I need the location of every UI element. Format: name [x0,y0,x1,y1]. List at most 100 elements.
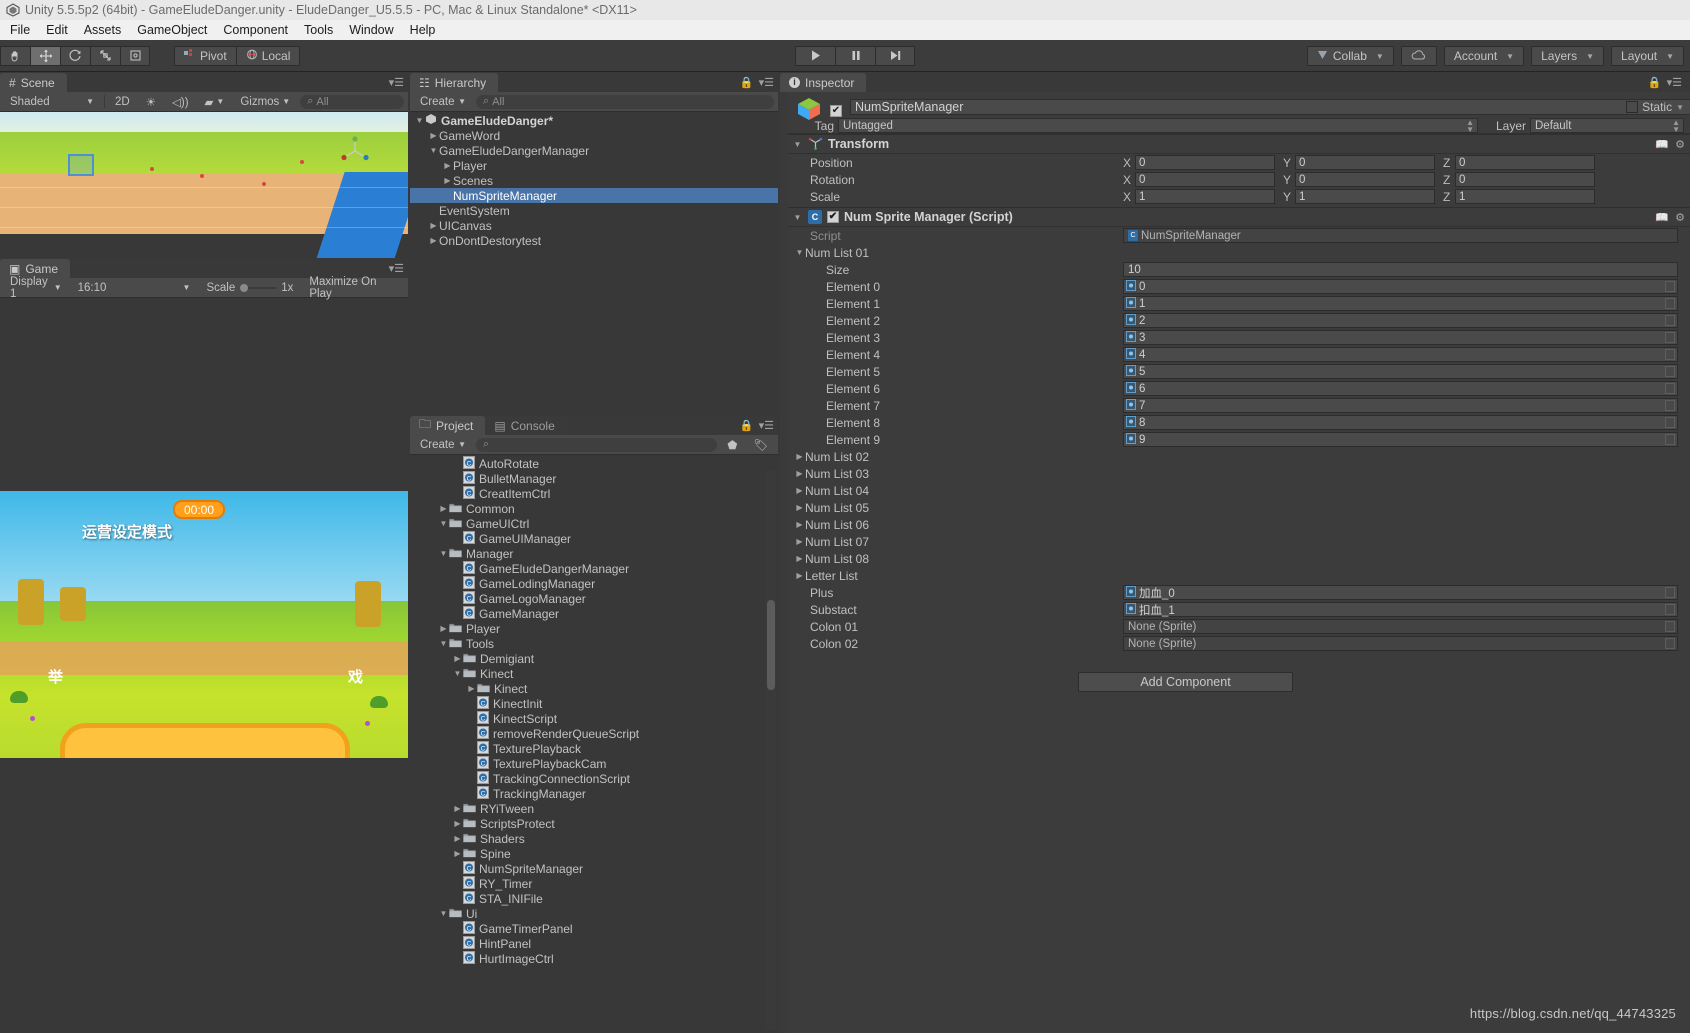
hierarchy-item-ondontdestorytest[interactable]: ▶ OnDontDestorytest [410,233,778,248]
shading-mode-dropdown[interactable]: Shaded ▼ [4,96,100,108]
collab-button[interactable]: Collab ▼ [1306,46,1394,66]
project-item-manager[interactable]: ▼ Manager [410,546,778,561]
collapsed-list-numlist04[interactable]: ▶ Num List 04 [788,482,1690,499]
project-item-gameuictrl[interactable]: ▼ GameUICtrl [410,516,778,531]
script-header-icons[interactable]: 📖 ⚙ [1655,211,1685,224]
scene-search-input[interactable]: ⌕ All [300,94,404,109]
display-dropdown[interactable]: Display 1 ▼ [4,276,68,300]
object-picker-button[interactable] [1665,349,1675,360]
sprite-object-field[interactable]: None (Sprite) [1123,619,1678,634]
collapsed-list-numlist05[interactable]: ▶ Num List 05 [788,499,1690,516]
pivot-button[interactable]: Pivot [174,45,236,66]
project-item-autorotate[interactable]: ▶CAutoRotate [410,456,778,471]
account-button[interactable]: Account ▼ [1443,46,1525,66]
maximize-on-play-button[interactable]: Maximize On Play [303,276,404,300]
hierarchy-item-uicanvas[interactable]: ▶ UICanvas [410,218,778,233]
project-search-input[interactable]: ⌕ [476,437,718,452]
inspector-tab-menu[interactable]: 🔒 ▾☰ [1648,76,1682,89]
project-item-numspritemanager[interactable]: ▶CNumSpriteManager [410,860,778,876]
sprite-object-field[interactable]: None (Sprite) [1123,636,1678,651]
chevron-right-icon[interactable]: ▶ [794,503,805,512]
toggle-2d-button[interactable]: 2D [109,96,136,108]
sprite-object-field[interactable]: 加血_0 [1123,585,1678,600]
project-item-demigiant[interactable]: ▶ Demigiant [410,651,778,666]
tab-project[interactable]: 🗀 Project [410,416,486,435]
effects-toggle[interactable]: ▰ ▼ [199,95,231,109]
chevron-right-icon[interactable]: ▶ [438,504,449,513]
game-viewport[interactable]: 00:00 运营设定模式 举 戏 [0,491,408,758]
project-item-ryitween[interactable]: ▶ RYiTween [410,801,778,816]
project-item-textureplayback[interactable]: ▶CTexturePlayback [410,740,778,756]
chevron-right-icon[interactable]: ▶ [442,176,453,185]
menu-item-tools[interactable]: Tools [296,22,341,38]
transform-z-input[interactable]: 0 [1455,155,1595,170]
chevron-right-icon[interactable]: ▶ [794,571,805,580]
object-picker-button[interactable] [1665,315,1675,326]
chevron-right-icon[interactable]: ▶ [452,804,463,813]
object-picker-button[interactable] [1665,332,1675,343]
size-input[interactable]: 10 [1123,262,1678,277]
project-item-player[interactable]: ▶ Player [410,621,778,636]
element-object-field[interactable]: 8 [1123,415,1678,430]
rect-transform-tool-button[interactable] [120,45,150,66]
scale-tool-button[interactable] [90,45,120,66]
element-object-field[interactable]: 9 [1123,432,1678,447]
chevron-down-icon[interactable]: ▼ [438,519,449,528]
static-toggle[interactable]: Static ▼ [1626,100,1684,114]
rotate-tool-button[interactable] [60,45,90,66]
element-object-field[interactable]: 0 [1123,279,1678,294]
chevron-right-icon[interactable]: ▶ [452,654,463,663]
lock-icon[interactable]: 🔒 [1648,76,1662,89]
collapsed-list-numlist07[interactable]: ▶ Num List 07 [788,533,1690,550]
hierarchy-item-gameeludedanger[interactable]: ▼ GameEludeDanger* [410,113,778,128]
project-item-bulletmanager[interactable]: ▶CBulletManager [410,470,778,486]
hand-tool-button[interactable] [0,45,30,66]
script-component-header[interactable]: ▼ C ✔ Num Sprite Manager (Script) 📖 ⚙ [788,207,1690,227]
hierarchy-item-eventsystem[interactable]: ▶EventSystem [410,203,778,218]
aspect-dropdown[interactable]: 16:10 ▼ [72,282,197,294]
chevron-down-icon[interactable]: ▼ [414,116,425,125]
transform-y-input[interactable]: 1 [1295,189,1435,204]
object-picker-button[interactable] [1665,638,1675,649]
book-icon[interactable]: 📖 [1655,138,1669,151]
transform-y-input[interactable]: 0 [1295,155,1435,170]
chevron-down-icon[interactable]: ▼ [438,549,449,558]
project-item-rytimer[interactable]: ▶CRY_Timer [410,875,778,891]
project-item-kinect[interactable]: ▼ Kinect [410,666,778,681]
hierarchy-tree[interactable]: ▼ GameEludeDanger* ▶ GameWord ▼ GameEludeDang… [410,113,778,412]
object-picker-button[interactable] [1665,383,1675,394]
chevron-right-icon[interactable]: ▶ [438,624,449,633]
lock-icon[interactable]: 🔒 [740,419,754,432]
project-item-shaders[interactable]: ▶ Shaders [410,831,778,846]
chevron-right-icon[interactable]: ▶ [794,452,805,461]
game-tab-menu[interactable]: ▾☰ [389,262,404,275]
filter-by-label-button[interactable]: 🏷 [747,438,774,452]
chevron-right-icon[interactable]: ▶ [452,849,463,858]
transform-x-input[interactable]: 0 [1135,155,1275,170]
object-picker-button[interactable] [1665,366,1675,377]
tab-scene[interactable]: # Scene [0,73,67,92]
static-checkbox[interactable] [1626,101,1639,113]
chevron-down-icon[interactable]: ▼ [452,669,463,678]
tab-hierarchy[interactable]: ☷ Hierarchy [410,73,499,92]
tab-inspector[interactable]: i Inspector [780,73,867,92]
script-object-field[interactable]: C NumSpriteManager [1123,228,1678,243]
tag-dropdown[interactable]: Untagged ▲ ▼ [838,118,1478,133]
chevron-down-icon[interactable]: ▼ [792,140,803,149]
gameobject-enabled-checkbox[interactable]: ✔ [830,105,842,117]
chevron-down-icon[interactable]: ▼ [1676,103,1684,112]
object-picker-button[interactable] [1665,298,1675,309]
project-item-kinect[interactable]: ▶ Kinect [410,681,778,696]
layout-button[interactable]: Layout ▼ [1611,46,1684,66]
project-item-gamelodingmanager[interactable]: ▶CGameLodingManager [410,575,778,591]
project-item-tools[interactable]: ▼ Tools [410,636,778,651]
project-item-gameeludedangermanager[interactable]: ▶CGameEludeDangerManager [410,560,778,576]
menu-item-component[interactable]: Component [215,22,296,38]
chevron-right-icon[interactable]: ▶ [794,520,805,529]
chevron-right-icon[interactable]: ▶ [452,819,463,828]
transform-z-input[interactable]: 1 [1455,189,1595,204]
object-picker-button[interactable] [1665,587,1675,598]
project-item-creatitemctrl[interactable]: ▶CCreatItemCtrl [410,485,778,501]
hierarchy-item-numspritemanager[interactable]: ▶NumSpriteManager [410,188,778,203]
hierarchy-item-player[interactable]: ▶ Player [410,158,778,173]
